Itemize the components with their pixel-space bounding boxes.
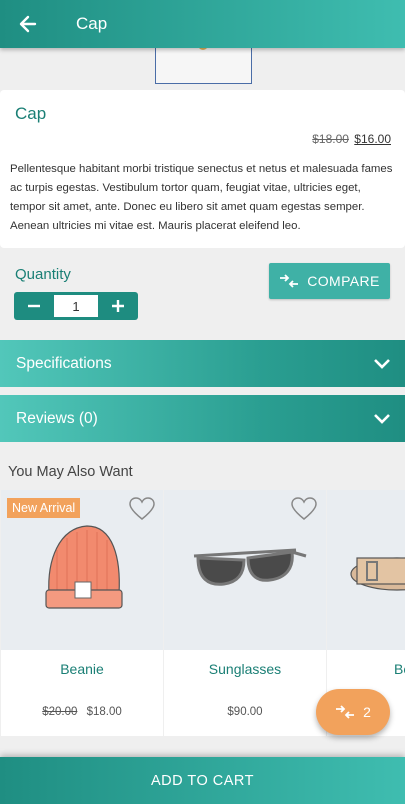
old-price: $20.00 [42, 706, 78, 718]
price-row: $18.00 $16.00 [312, 132, 391, 146]
current-price: $16.00 [354, 132, 391, 146]
heart-icon[interactable] [128, 497, 156, 521]
product-name[interactable]: Beanie [1, 661, 163, 677]
add-to-cart-label: ADD TO CART [151, 772, 254, 789]
product-name[interactable]: Sunglasses [164, 661, 326, 677]
belt-image [350, 557, 405, 591]
compare-button-label: COMPARE [307, 273, 380, 289]
arrow-left-icon [19, 15, 37, 33]
increase-quantity-button[interactable] [98, 292, 138, 320]
page-title: Cap [76, 14, 108, 33]
product-price: $90.00 [164, 706, 326, 718]
product-card-beanie[interactable]: New Arrival Beanie $20.00 $18.00 [1, 490, 163, 736]
product-name: Cap [15, 104, 47, 123]
compare-arrows-icon [336, 705, 355, 719]
add-to-cart-button[interactable]: ADD TO CART [0, 757, 405, 804]
new-arrival-badge: New Arrival [7, 498, 81, 518]
quantity-stepper [14, 292, 138, 320]
plus-icon [112, 300, 124, 312]
product-info-card: Cap $18.00 $16.00 Pellentesque habitant … [0, 90, 405, 248]
minus-icon [28, 304, 40, 308]
heart-icon[interactable] [290, 497, 318, 521]
app-bar: Cap [0, 0, 405, 48]
compare-arrows-icon [280, 274, 299, 288]
old-price: $18.00 [312, 132, 349, 146]
current-price: $90.00 [227, 706, 263, 718]
specifications-accordion[interactable]: Specifications [0, 340, 405, 387]
quantity-input[interactable] [54, 295, 98, 317]
compare-button[interactable]: COMPARE [269, 263, 390, 299]
product-price: $20.00 $18.00 [1, 706, 163, 718]
accordion-label: Specifications [16, 354, 112, 372]
related-products-title: You May Also Want [8, 464, 133, 480]
accordion-label: Reviews (0) [16, 409, 98, 427]
back-button[interactable] [0, 0, 56, 48]
decrease-quantity-button[interactable] [14, 292, 54, 320]
current-price: $18.00 [86, 706, 122, 718]
quantity-label: Quantity [15, 266, 71, 283]
compare-fab[interactable]: 2 [316, 689, 390, 735]
product-description: Pellentesque habitant morbi tristique se… [10, 163, 393, 232]
chevron-down-icon [374, 358, 390, 369]
product-name[interactable]: Be [327, 661, 405, 677]
reviews-accordion[interactable]: Reviews (0) [0, 395, 405, 442]
image-thumbnail[interactable] [155, 44, 252, 84]
product-image [327, 490, 405, 650]
compare-count: 2 [363, 704, 371, 720]
product-card-sunglasses[interactable]: Sunglasses $90.00 [164, 490, 326, 736]
chevron-down-icon [374, 413, 390, 424]
image-thumbnail-strip [0, 44, 405, 90]
